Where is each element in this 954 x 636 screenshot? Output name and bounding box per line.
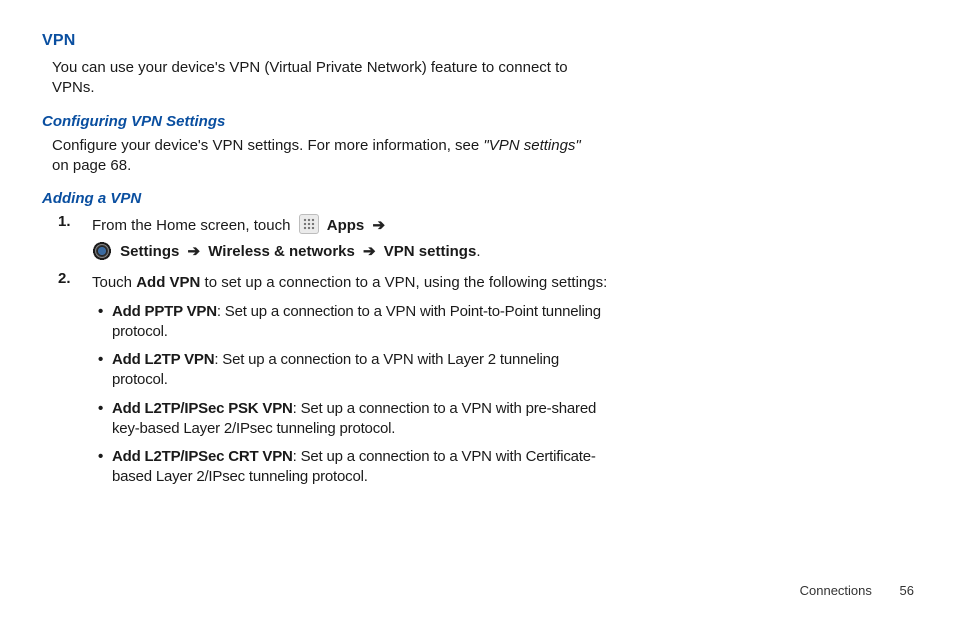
list-item: • Add PPTP VPN: Set up a connection to a… (98, 302, 612, 343)
step-number: 1. (52, 213, 92, 230)
arrow-icon: ➔ (359, 239, 380, 265)
list-item-text: Add L2TP VPN: Set up a connection to a V… (112, 350, 612, 391)
list-item-text: Add L2TP/IPSec PSK VPN: Set up a connect… (112, 399, 612, 440)
list-item-text: Add PPTP VPN: Set up a connection to a V… (112, 302, 612, 343)
footer-page-number: 56 (900, 583, 914, 598)
settings-label: Settings (120, 243, 179, 260)
item-title: Add L2TP/IPSec PSK VPN (112, 400, 293, 417)
vpn-settings-label: VPN settings (384, 243, 477, 260)
step-number: 2. (52, 270, 92, 287)
arrow-icon: ➔ (184, 239, 205, 265)
document-page: VPN You can use your device's VPN (Virtu… (0, 0, 954, 636)
subheading-configuring: Configuring VPN Settings (42, 113, 914, 130)
configuring-paragraph: Configure your device's VPN settings. Fo… (52, 136, 592, 177)
bullet-icon: • (98, 302, 112, 322)
add-vpn-label: Add VPN (136, 274, 200, 291)
arrow-icon: ➔ (368, 213, 389, 239)
wireless-networks-label: Wireless & networks (208, 243, 355, 260)
step-2: 2. Touch Add VPN to set up a connection … (52, 270, 612, 496)
text: to set up a connection to a VPN, using t… (200, 274, 607, 291)
step-body: Touch Add VPN to set up a connection to … (92, 270, 612, 496)
text: on page 68. (52, 157, 131, 174)
section-heading-vpn: VPN (42, 32, 914, 50)
apps-label: Apps (327, 217, 365, 234)
list-item: • Add L2TP/IPSec CRT VPN: Set up a conne… (98, 447, 612, 488)
list-item-text: Add L2TP/IPSec CRT VPN: Set up a connect… (112, 447, 612, 488)
period: . (476, 243, 480, 260)
subheading-adding: Adding a VPN (42, 190, 914, 207)
bullet-icon: • (98, 447, 112, 467)
item-title: Add PPTP VPN (112, 303, 217, 320)
step-1: 1. From the Home screen, touch Apps ➔ Se… (52, 213, 612, 264)
bullet-icon: • (98, 399, 112, 419)
text: Configure your device's VPN settings. Fo… (52, 137, 483, 154)
settings-icon (92, 241, 112, 261)
bullet-icon: • (98, 350, 112, 370)
intro-paragraph: You can use your device's VPN (Virtual P… (52, 58, 592, 99)
item-title: Add L2TP VPN (112, 351, 214, 368)
list-item: • Add L2TP/IPSec PSK VPN: Set up a conne… (98, 399, 612, 440)
cross-reference: "VPN settings" (483, 137, 580, 154)
apps-icon (299, 214, 319, 234)
page-footer: Connections 56 (800, 583, 914, 598)
item-title: Add L2TP/IPSec CRT VPN (112, 448, 293, 465)
ordered-list: 1. From the Home screen, touch Apps ➔ Se… (52, 213, 914, 496)
footer-section-name: Connections (800, 583, 872, 598)
text: From the Home screen, touch (92, 217, 290, 234)
step-body: From the Home screen, touch Apps ➔ Setti… (92, 213, 612, 264)
list-item: • Add L2TP VPN: Set up a connection to a… (98, 350, 612, 391)
text: Touch (92, 274, 136, 291)
bulleted-list: • Add PPTP VPN: Set up a connection to a… (92, 302, 612, 488)
